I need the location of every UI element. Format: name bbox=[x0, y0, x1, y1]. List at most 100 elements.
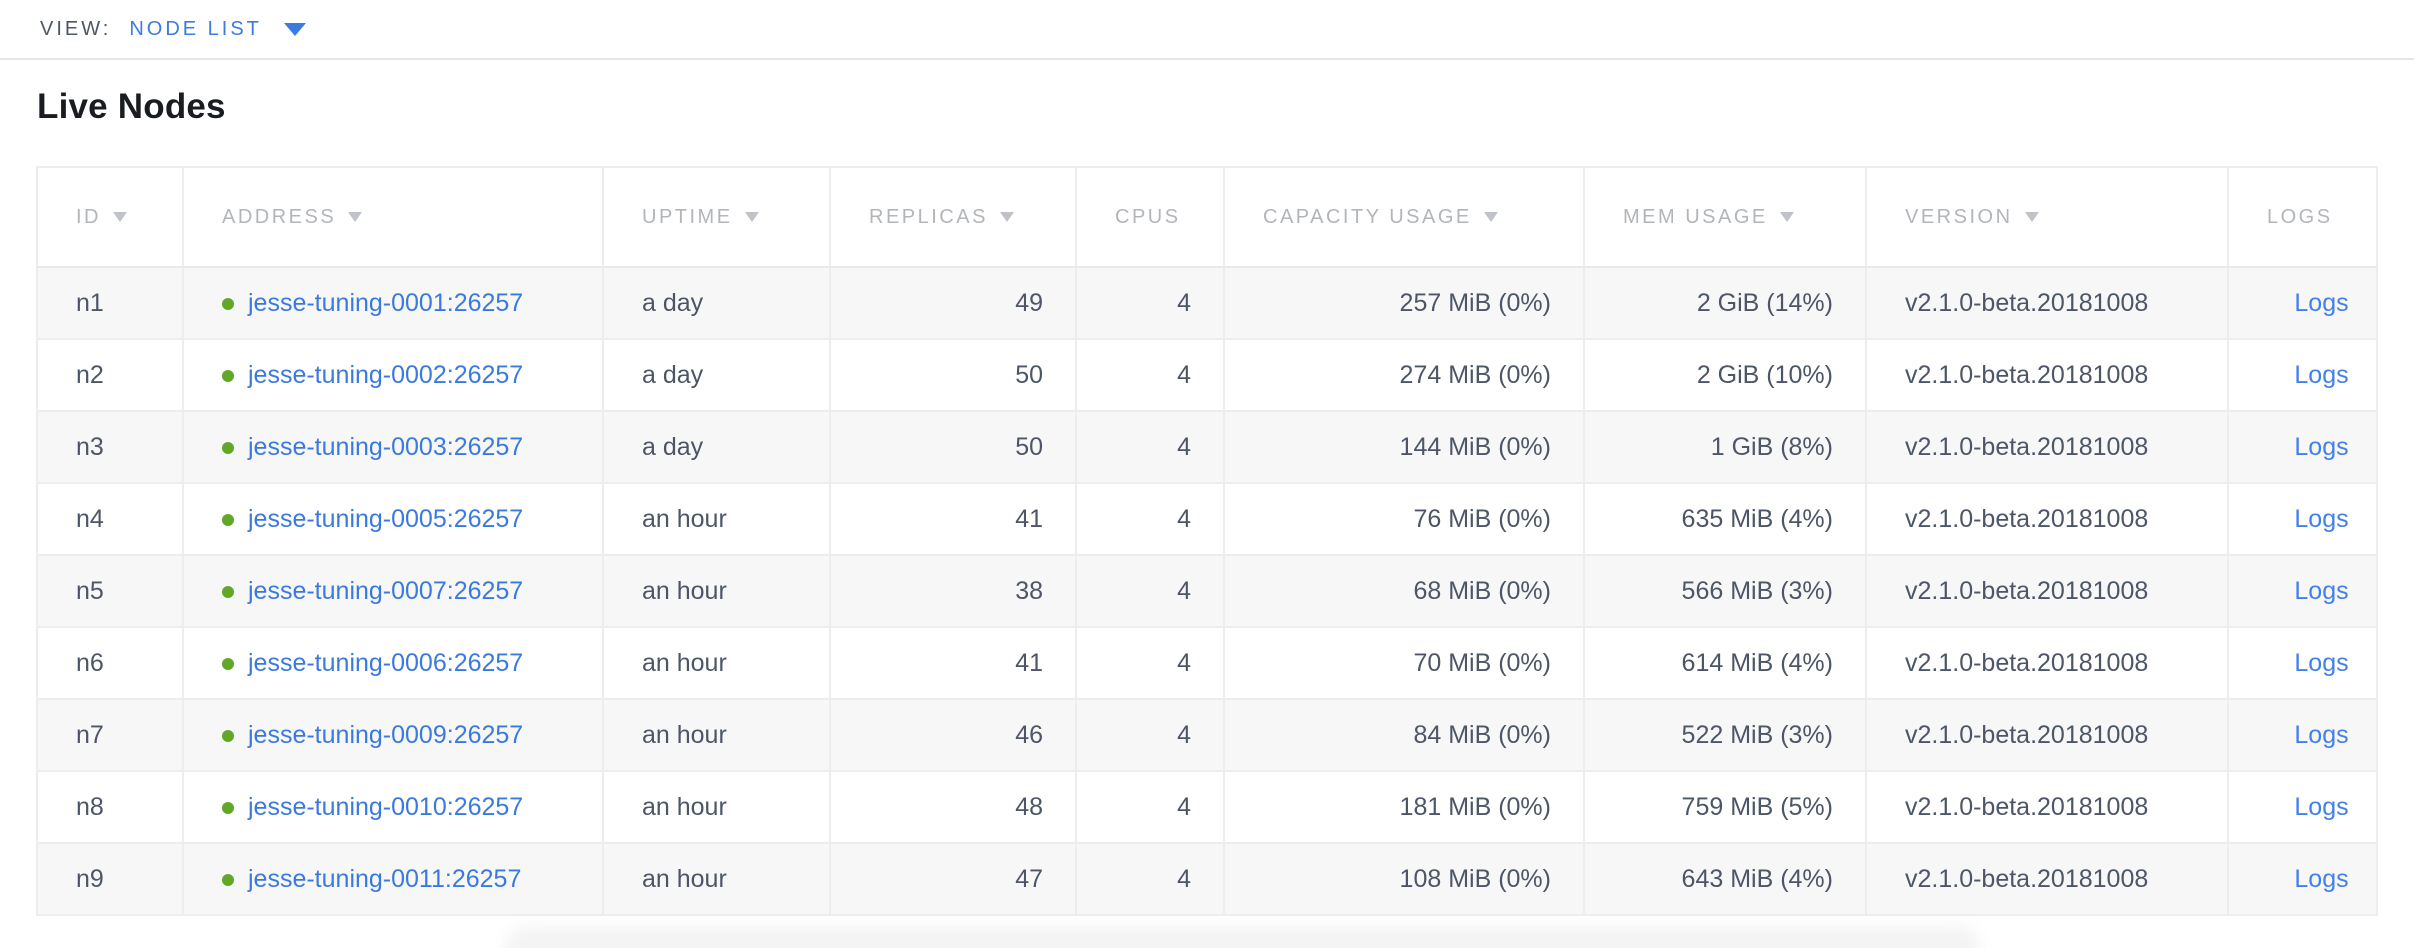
live-nodes-table: ID ADDRESS UPTIME REPLICAS CPUS CAPACITY… bbox=[36, 166, 2378, 916]
logs-link[interactable]: Logs bbox=[2294, 433, 2348, 461]
node-cpus-cell: 4 bbox=[1076, 411, 1224, 483]
node-capacity-usage-cell: 108 MiB (0%) bbox=[1224, 843, 1584, 915]
column-header-address[interactable]: ADDRESS bbox=[183, 167, 603, 267]
node-address-cell: jesse-tuning-0009:26257 bbox=[183, 699, 603, 771]
logs-link[interactable]: Logs bbox=[2294, 865, 2348, 893]
logs-link[interactable]: Logs bbox=[2294, 289, 2348, 317]
node-id-cell: n9 bbox=[37, 843, 183, 915]
node-address-link[interactable]: jesse-tuning-0003:26257 bbox=[248, 433, 523, 461]
node-replicas-cell: 38 bbox=[830, 555, 1076, 627]
live-status-dot-icon bbox=[222, 514, 234, 526]
logs-link[interactable]: Logs bbox=[2294, 649, 2348, 677]
node-version-cell: v2.1.0-beta.20181008 bbox=[1866, 555, 2228, 627]
logs-link[interactable]: Logs bbox=[2294, 577, 2348, 605]
node-id-cell: n2 bbox=[37, 339, 183, 411]
column-header-uptime[interactable]: UPTIME bbox=[603, 167, 830, 267]
node-replicas-cell: 46 bbox=[830, 699, 1076, 771]
node-cpus-cell: 4 bbox=[1076, 483, 1224, 555]
node-cpus-cell: 4 bbox=[1076, 843, 1224, 915]
node-id-cell: n8 bbox=[37, 771, 183, 843]
node-logs-cell: Logs bbox=[2228, 339, 2377, 411]
logs-link[interactable]: Logs bbox=[2294, 793, 2348, 821]
node-version-cell: v2.1.0-beta.20181008 bbox=[1866, 627, 2228, 699]
node-address-cell: jesse-tuning-0006:26257 bbox=[183, 627, 603, 699]
node-mem-usage-cell: 2 GiB (14%) bbox=[1584, 267, 1866, 339]
column-header-capacity-usage[interactable]: CAPACITY USAGE bbox=[1224, 167, 1584, 267]
live-status-dot-icon bbox=[222, 298, 234, 310]
node-replicas-cell: 50 bbox=[830, 339, 1076, 411]
node-cpus-cell: 4 bbox=[1076, 339, 1224, 411]
node-capacity-usage-cell: 70 MiB (0%) bbox=[1224, 627, 1584, 699]
node-logs-cell: Logs bbox=[2228, 411, 2377, 483]
live-status-dot-icon bbox=[222, 874, 234, 886]
live-status-dot-icon bbox=[222, 658, 234, 670]
node-version-cell: v2.1.0-beta.20181008 bbox=[1866, 483, 2228, 555]
table-row: n4 jesse-tuning-0005:26257 an hour 41 4 … bbox=[37, 483, 2377, 555]
column-header-mem-usage[interactable]: MEM USAGE bbox=[1584, 167, 1866, 267]
sort-arrow-icon bbox=[113, 212, 127, 222]
node-address-link[interactable]: jesse-tuning-0002:26257 bbox=[248, 361, 523, 389]
node-uptime-cell: a day bbox=[603, 267, 830, 339]
node-list-dropdown-value: NODE LIST bbox=[129, 18, 262, 41]
sort-arrow-icon bbox=[348, 212, 362, 222]
node-list-dropdown[interactable]: NODE LIST bbox=[129, 18, 306, 41]
page-title: Live Nodes bbox=[37, 85, 2414, 129]
node-address-cell: jesse-tuning-0005:26257 bbox=[183, 483, 603, 555]
node-mem-usage-cell: 759 MiB (5%) bbox=[1584, 771, 1866, 843]
node-address-cell: jesse-tuning-0011:26257 bbox=[183, 843, 603, 915]
live-nodes-table-container: ID ADDRESS UPTIME REPLICAS CPUS CAPACITY… bbox=[36, 166, 2378, 916]
node-address-link[interactable]: jesse-tuning-0005:26257 bbox=[248, 505, 523, 533]
live-status-dot-icon bbox=[222, 802, 234, 814]
node-address-link[interactable]: jesse-tuning-0009:26257 bbox=[248, 721, 523, 749]
node-version-cell: v2.1.0-beta.20181008 bbox=[1866, 699, 2228, 771]
sort-arrow-icon bbox=[1000, 212, 1014, 222]
node-id-cell: n6 bbox=[37, 627, 183, 699]
column-header-version[interactable]: VERSION bbox=[1866, 167, 2228, 267]
node-address-link[interactable]: jesse-tuning-0011:26257 bbox=[248, 865, 521, 893]
sort-arrow-icon bbox=[1484, 212, 1498, 222]
node-address-link[interactable]: jesse-tuning-0007:26257 bbox=[248, 577, 523, 605]
sort-arrow-icon bbox=[745, 212, 759, 222]
node-logs-cell: Logs bbox=[2228, 843, 2377, 915]
node-cpus-cell: 4 bbox=[1076, 555, 1224, 627]
node-version-cell: v2.1.0-beta.20181008 bbox=[1866, 339, 2228, 411]
logs-link[interactable]: Logs bbox=[2294, 361, 2348, 389]
table-row: n2 jesse-tuning-0002:26257 a day 50 4 27… bbox=[37, 339, 2377, 411]
logs-link[interactable]: Logs bbox=[2294, 505, 2348, 533]
column-header-id[interactable]: ID bbox=[37, 167, 183, 267]
node-mem-usage-cell: 643 MiB (4%) bbox=[1584, 843, 1866, 915]
table-row: n7 jesse-tuning-0009:26257 an hour 46 4 … bbox=[37, 699, 2377, 771]
node-logs-cell: Logs bbox=[2228, 267, 2377, 339]
node-capacity-usage-cell: 84 MiB (0%) bbox=[1224, 699, 1584, 771]
node-id-cell: n5 bbox=[37, 555, 183, 627]
node-uptime-cell: an hour bbox=[603, 771, 830, 843]
table-row: n5 jesse-tuning-0007:26257 an hour 38 4 … bbox=[37, 555, 2377, 627]
node-capacity-usage-cell: 68 MiB (0%) bbox=[1224, 555, 1584, 627]
node-logs-cell: Logs bbox=[2228, 555, 2377, 627]
node-capacity-usage-cell: 257 MiB (0%) bbox=[1224, 267, 1584, 339]
table-row: n6 jesse-tuning-0006:26257 an hour 41 4 … bbox=[37, 627, 2377, 699]
node-logs-cell: Logs bbox=[2228, 699, 2377, 771]
table-row: n3 jesse-tuning-0003:26257 a day 50 4 14… bbox=[37, 411, 2377, 483]
node-address-cell: jesse-tuning-0002:26257 bbox=[183, 339, 603, 411]
live-status-dot-icon bbox=[222, 730, 234, 742]
node-logs-cell: Logs bbox=[2228, 483, 2377, 555]
logs-link[interactable]: Logs bbox=[2294, 721, 2348, 749]
node-mem-usage-cell: 614 MiB (4%) bbox=[1584, 627, 1866, 699]
node-replicas-cell: 50 bbox=[830, 411, 1076, 483]
node-version-cell: v2.1.0-beta.20181008 bbox=[1866, 771, 2228, 843]
live-status-dot-icon bbox=[222, 586, 234, 598]
node-replicas-cell: 41 bbox=[830, 627, 1076, 699]
node-uptime-cell: an hour bbox=[603, 627, 830, 699]
node-address-link[interactable]: jesse-tuning-0006:26257 bbox=[248, 649, 523, 677]
node-uptime-cell: an hour bbox=[603, 843, 830, 915]
column-header-replicas[interactable]: REPLICAS bbox=[830, 167, 1076, 267]
node-mem-usage-cell: 1 GiB (8%) bbox=[1584, 411, 1866, 483]
node-id-cell: n3 bbox=[37, 411, 183, 483]
node-address-link[interactable]: jesse-tuning-0010:26257 bbox=[248, 793, 523, 821]
node-capacity-usage-cell: 76 MiB (0%) bbox=[1224, 483, 1584, 555]
node-id-cell: n1 bbox=[37, 267, 183, 339]
node-address-link[interactable]: jesse-tuning-0001:26257 bbox=[248, 289, 523, 317]
below-fold-ghost bbox=[505, 926, 1980, 948]
view-label: VIEW: bbox=[40, 18, 111, 41]
